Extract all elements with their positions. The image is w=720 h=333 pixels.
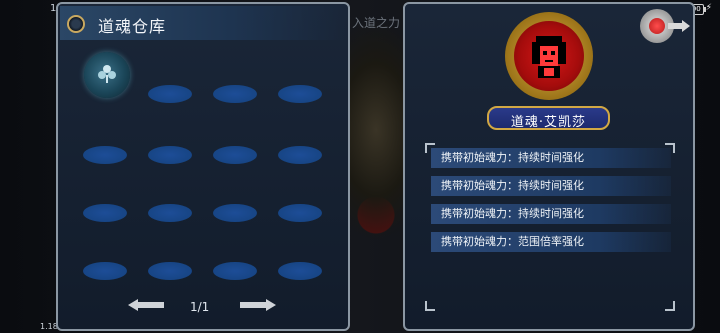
empty-slot[interactable] [213, 262, 257, 280]
panel-title: 道魂仓库 [98, 17, 167, 36]
exit-arrow-icon [668, 20, 690, 32]
power-item: 携带初始魂力：范围倍率强化 [431, 232, 671, 252]
empty-slot[interactable] [278, 85, 322, 103]
soul-item-icon [98, 65, 116, 83]
power-item: 携带初始魂力：持续时间强化 [431, 148, 671, 168]
character-portrait [532, 36, 566, 78]
empty-slot[interactable] [213, 204, 257, 222]
empty-slot[interactable] [278, 204, 322, 222]
empty-slot[interactable] [213, 146, 257, 164]
empty-slot[interactable] [213, 85, 257, 103]
character-name: 道魂·艾凯莎 [510, 115, 587, 130]
character-nameplate: 道魂·艾凯莎 [487, 106, 610, 130]
close-icon [649, 18, 665, 34]
arrow-left-icon[interactable] [128, 299, 164, 311]
power-list-frame [425, 143, 675, 311]
empty-slot[interactable] [83, 262, 127, 280]
empty-slot[interactable] [148, 204, 192, 222]
panel-header: 道魂仓库 [60, 6, 346, 40]
empty-slot[interactable] [83, 204, 127, 222]
power-item: 携带初始魂力：持续时间强化 [431, 176, 671, 196]
empty-slot[interactable] [278, 262, 322, 280]
arrow-right-icon[interactable] [240, 299, 276, 311]
soul-item-slot[interactable] [84, 52, 130, 98]
empty-slot[interactable] [148, 262, 192, 280]
empty-slot[interactable] [148, 85, 192, 103]
soul-storage-panel: 道魂仓库 [56, 2, 350, 331]
soul-orb-icon [67, 15, 85, 33]
empty-slot[interactable] [148, 146, 192, 164]
page-indicator: 1/1 [190, 300, 210, 314]
empty-slot[interactable] [278, 146, 322, 164]
background-label: 入道之力 [352, 16, 401, 30]
empty-slot[interactable] [83, 146, 127, 164]
bolt-icon: ⚡ [705, 3, 712, 13]
power-item: 携带初始魂力：持续时间强化 [431, 204, 671, 224]
